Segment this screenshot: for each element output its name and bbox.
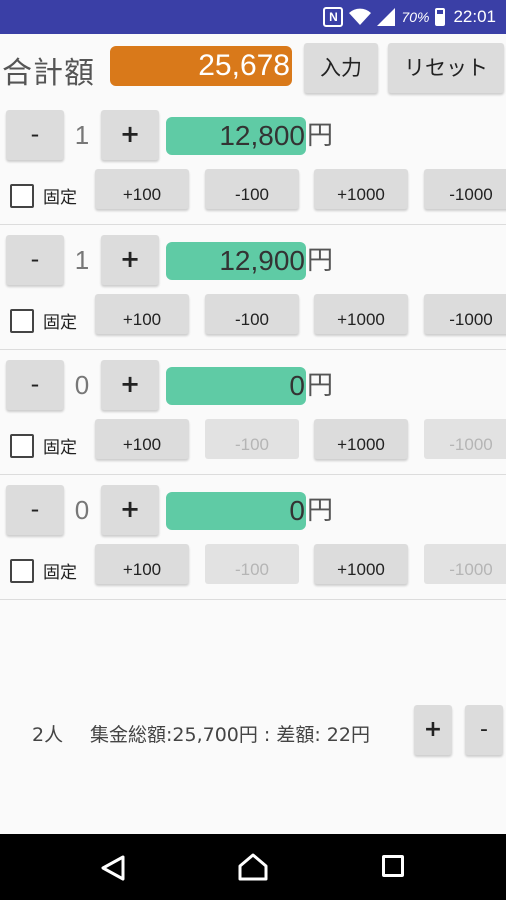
input-button[interactable]: 入力: [304, 43, 378, 93]
clock: 22:01: [453, 7, 496, 26]
header: 合計額 25,678 入力 リセット: [0, 34, 506, 100]
fixed-checkbox[interactable]: [10, 183, 34, 208]
navigation-bar: [0, 834, 506, 900]
plus-100-button[interactable]: +100: [95, 294, 189, 334]
plus-1000-button[interactable]: +1000: [314, 419, 408, 459]
plus-1000-button[interactable]: +1000: [314, 169, 408, 209]
plus-100-button[interactable]: +100: [95, 419, 189, 459]
person-row-1: - 1 + 12,800 円 固定 +100 -100 +1000 -1000: [0, 100, 506, 225]
minus-100-button: -100: [205, 419, 299, 459]
count-plus-button[interactable]: +: [101, 360, 159, 410]
count-minus-button[interactable]: -: [6, 110, 64, 160]
yen-unit: 円: [307, 246, 334, 276]
count-value: 1: [74, 245, 90, 275]
amount-value: 0: [166, 367, 306, 405]
count-value: 0: [74, 370, 90, 400]
minus-1000-button: -1000: [424, 544, 506, 584]
amount-value: 12,800: [166, 117, 306, 155]
nfc-icon: N: [323, 7, 344, 27]
fixed-toggle[interactable]: 固定: [10, 558, 77, 583]
status-icons: N 70% 22:01: [323, 0, 496, 34]
battery-icon: [435, 8, 446, 26]
minus-1000-button[interactable]: -1000: [424, 294, 506, 334]
battery-percent: 70%: [401, 9, 430, 25]
recent-apps-icon[interactable]: [382, 855, 404, 877]
fixed-label: 固定: [43, 188, 77, 208]
plus-1000-button[interactable]: +1000: [314, 544, 408, 584]
minus-100-button[interactable]: -100: [205, 294, 299, 334]
total-label: 合計額: [2, 56, 95, 91]
count-minus-button[interactable]: -: [6, 235, 64, 285]
count-plus-button[interactable]: +: [101, 110, 159, 160]
yen-unit: 円: [307, 371, 334, 401]
home-icon[interactable]: [236, 852, 270, 882]
yen-unit: 円: [307, 121, 334, 151]
count-plus-button[interactable]: +: [101, 485, 159, 535]
fixed-checkbox[interactable]: [10, 433, 34, 458]
person-row-4: - 0 + 0 円 固定 +100 -100 +1000 -1000: [0, 475, 506, 600]
yen-unit: 円: [307, 496, 334, 526]
people-minus-button[interactable]: -: [465, 705, 503, 755]
fixed-toggle[interactable]: 固定: [10, 433, 77, 458]
person-row-3: - 0 + 0 円 固定 +100 -100 +1000 -1000: [0, 350, 506, 475]
wifi-icon: [349, 8, 372, 25]
fixed-checkbox[interactable]: [10, 308, 34, 333]
plus-100-button[interactable]: +100: [95, 169, 189, 209]
person-row-2: - 1 + 12,900 円 固定 +100 -100 +1000 -1000: [0, 225, 506, 350]
fixed-checkbox[interactable]: [10, 558, 34, 583]
minus-1000-button: -1000: [424, 419, 506, 459]
amount-value: 0: [166, 492, 306, 530]
plus-100-button[interactable]: +100: [95, 544, 189, 584]
collection-summary: 集金総額:25,700円 : 差額: 22円: [90, 724, 370, 746]
count-minus-button[interactable]: -: [6, 485, 64, 535]
amount-value: 12,900: [166, 242, 306, 280]
plus-1000-button[interactable]: +1000: [314, 294, 408, 334]
minus-100-button[interactable]: -100: [205, 169, 299, 209]
fixed-label: 固定: [43, 563, 77, 583]
fixed-toggle[interactable]: 固定: [10, 308, 77, 333]
back-triangle-icon[interactable]: [100, 854, 126, 882]
minus-100-button: -100: [205, 544, 299, 584]
count-value: 1: [74, 120, 90, 150]
people-count: 2人: [32, 724, 64, 746]
summary-bar: 2人 集金総額:25,700円 : 差額: 22円 + -: [0, 700, 506, 762]
reset-button[interactable]: リセット: [388, 43, 504, 93]
fixed-label: 固定: [43, 438, 77, 458]
total-value: 25,678: [110, 46, 292, 86]
minus-1000-button[interactable]: -1000: [424, 169, 506, 209]
status-bar: N 70% 22:01: [0, 0, 506, 34]
signal-icon: [377, 8, 396, 26]
count-plus-button[interactable]: +: [101, 235, 159, 285]
fixed-label: 固定: [43, 313, 77, 333]
count-minus-button[interactable]: -: [6, 360, 64, 410]
count-value: 0: [74, 495, 90, 525]
fixed-toggle[interactable]: 固定: [10, 183, 77, 208]
people-plus-button[interactable]: +: [414, 705, 452, 755]
